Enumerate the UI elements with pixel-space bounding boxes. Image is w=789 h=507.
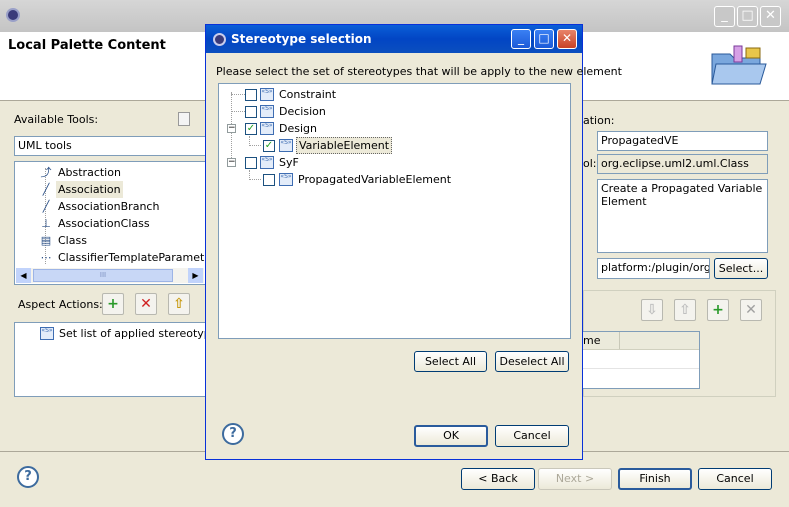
abstraction-icon: ⤴	[40, 166, 52, 179]
tree-item-constraint[interactable]: «S» Constraint	[219, 86, 569, 103]
stereotype-icon: «S»	[260, 122, 274, 135]
toolset-combo[interactable]: UML tools	[14, 136, 206, 156]
collapse-icon[interactable]: −	[227, 158, 236, 167]
move-up-button[interactable]: ⇧	[674, 299, 696, 321]
name-label: ation:	[583, 114, 615, 127]
tools-list[interactable]: ⤴ Abstraction ╱ Association ╱ Associatio…	[14, 161, 216, 285]
ok-button[interactable]: OK	[414, 425, 488, 447]
association-icon: ╱	[42, 183, 50, 196]
dialog-minimize-icon[interactable]: _	[511, 29, 531, 49]
table-row[interactable]	[577, 350, 699, 369]
checkbox-variable-element[interactable]: ✓	[263, 140, 275, 152]
folder-banner-icon	[710, 44, 770, 88]
stereotype-icon: «S»	[279, 139, 293, 152]
tree-item-propagated-variable-element[interactable]: «S» PropagatedVariableElement	[219, 171, 569, 188]
finish-button[interactable]: Finish	[618, 468, 692, 490]
dialog-close-icon[interactable]: ✕	[557, 29, 577, 49]
select-icon-button[interactable]: Select...	[714, 258, 768, 279]
aspect-actions-label: Aspect Actions:	[18, 298, 103, 311]
tree-item-variable-element[interactable]: ✓ «S» VariableElement	[219, 137, 569, 154]
class-icon: ▤	[40, 234, 52, 247]
template-parameter-icon: ⋯	[40, 251, 52, 264]
horizontal-scrollbar[interactable]: ◀ III ▶	[16, 268, 204, 283]
page-title: Local Palette Content	[8, 38, 166, 53]
remove-action-button[interactable]: ✕	[135, 293, 157, 315]
properties-table[interactable]: ime	[576, 331, 700, 389]
class-label: ol:	[583, 157, 597, 170]
eclipse-icon	[213, 33, 226, 46]
icon-path-field[interactable]: platform:/plugin/org.ec	[597, 258, 710, 279]
tree-item-decision[interactable]: «S» Decision	[219, 103, 569, 120]
checkbox-constraint[interactable]	[245, 89, 257, 101]
name-field[interactable]: PropagatedVE	[597, 131, 768, 151]
move-up-action-button[interactable]: ⇧	[168, 293, 190, 315]
eclipse-icon	[6, 8, 20, 22]
scroll-thumb[interactable]: III	[33, 269, 173, 282]
description-field[interactable]: Create a Propagated Variable Element	[597, 179, 768, 253]
next-button[interactable]: Next >	[538, 468, 612, 490]
stereotype-icon: «S»	[260, 156, 274, 169]
checkbox-propagated-variable-element[interactable]	[263, 174, 275, 186]
dialog-title: Stereotype selection	[231, 32, 372, 46]
close-icon[interactable]: ✕	[760, 6, 781, 27]
deselect-all-button[interactable]: Deselect All	[495, 351, 569, 372]
select-all-button[interactable]: Select All	[414, 351, 487, 372]
dialog-instruction: Please select the set of stereotypes tha…	[216, 65, 622, 78]
stereotype-icon: «S»	[40, 327, 54, 340]
tree-item-syf[interactable]: − «S» SyF	[219, 154, 569, 171]
available-tools-label: Available Tools:	[14, 113, 99, 126]
stereotype-icon: «S»	[260, 88, 274, 101]
class-field: org.eclipse.uml2.uml.Class	[597, 154, 768, 174]
checkbox-decision[interactable]	[245, 106, 257, 118]
add-button[interactable]: +	[707, 299, 729, 321]
association-class-icon: ⊥	[41, 217, 51, 230]
table-header: ime	[577, 332, 699, 350]
aspect-actions-list[interactable]: «S» Set list of applied stereotypes	[14, 322, 223, 397]
stereotype-tree[interactable]: «S» Constraint «S» Decision − ✓ «S» Desi…	[218, 83, 571, 339]
minimize-icon[interactable]: _	[714, 6, 735, 27]
tree-item-design[interactable]: − ✓ «S» Design	[219, 120, 569, 137]
dialog-maximize-icon[interactable]: □	[534, 29, 554, 49]
cancel-button[interactable]: Cancel	[698, 468, 772, 490]
dialog-cancel-button[interactable]: Cancel	[495, 425, 569, 447]
maximize-icon[interactable]: □	[737, 6, 758, 27]
collapse-icon[interactable]: −	[227, 124, 236, 133]
stereotype-icon: «S»	[279, 173, 293, 186]
add-action-button[interactable]: +	[102, 293, 124, 315]
remove-button[interactable]: ✕	[740, 299, 762, 321]
help-icon[interactable]: ?	[17, 466, 39, 488]
scroll-right-icon[interactable]: ▶	[188, 268, 203, 283]
checkbox-syf[interactable]	[245, 157, 257, 169]
back-button[interactable]: < Back	[461, 468, 535, 490]
move-down-button[interactable]: ⇩	[641, 299, 663, 321]
scroll-left-icon[interactable]: ◀	[16, 268, 31, 283]
page-icon[interactable]	[178, 112, 190, 126]
checkbox-design[interactable]: ✓	[245, 123, 257, 135]
stereotype-icon: «S»	[260, 105, 274, 118]
stereotype-selection-dialog: Stereotype selection _ □ ✕ Please select…	[205, 24, 622, 460]
association-branch-icon: ╱	[42, 200, 50, 213]
dialog-help-icon[interactable]: ?	[222, 423, 244, 445]
